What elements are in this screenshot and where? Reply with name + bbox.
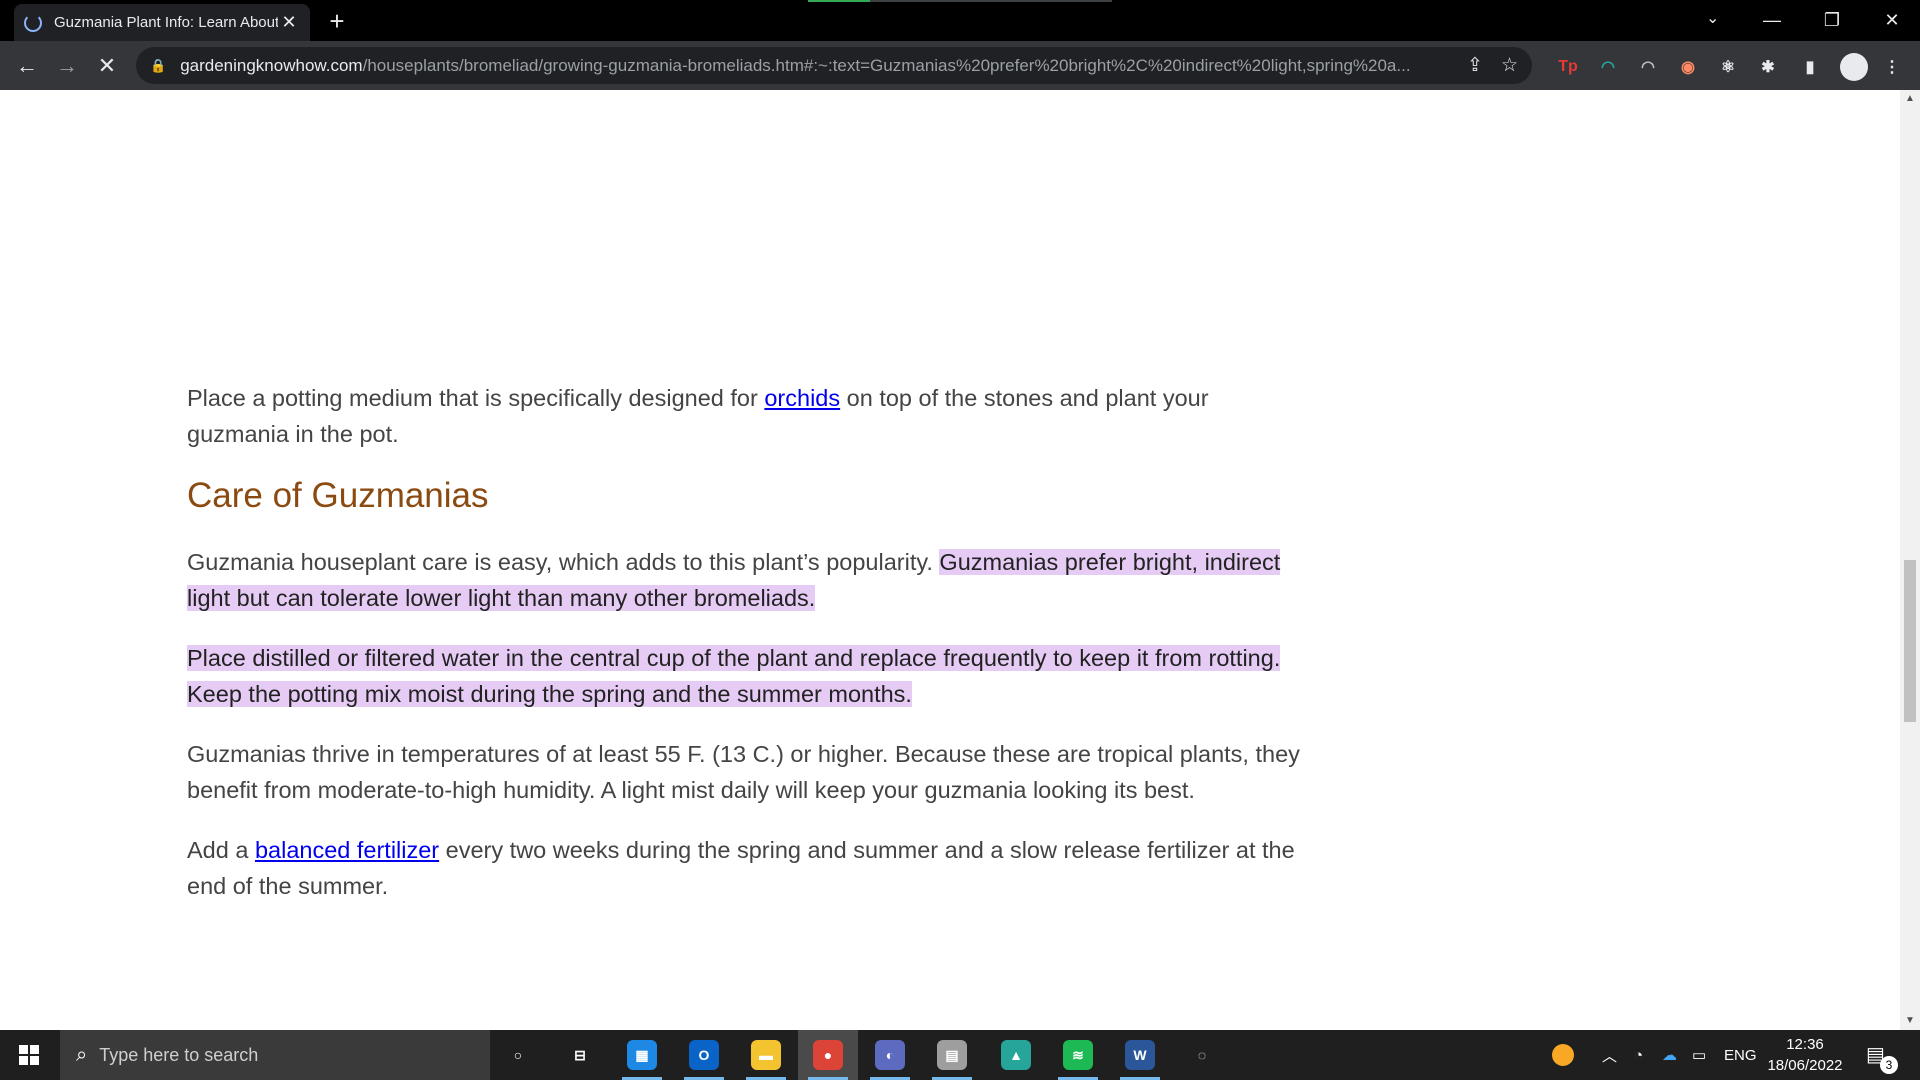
weather-icon[interactable]: [1552, 1030, 1574, 1080]
task-view-icon[interactable]: ⊟: [550, 1030, 610, 1080]
calendar-app-icon[interactable]: ▦: [612, 1030, 672, 1080]
url-path: /houseplants/bromeliad/growing-guzmania-…: [362, 55, 1411, 75]
outlook-app-icon[interactable]: O: [674, 1030, 734, 1080]
calendar-app-glyph: ▦: [627, 1040, 657, 1070]
paragraph-fertilizer: Add a balanced fertilizer every two week…: [187, 832, 1307, 904]
file-explorer-glyph: ▬: [751, 1040, 781, 1070]
text-segment: Guzmania houseplant care is easy, which …: [187, 549, 940, 575]
start-button[interactable]: [0, 1030, 58, 1080]
address-bar[interactable]: 🔒 gardeningknowhow.com/houseplants/brome…: [136, 47, 1532, 84]
spotify-app-glyph: ≋: [1063, 1040, 1093, 1070]
tab-search-icon[interactable]: ⌄: [1706, 8, 1719, 28]
orchids-link[interactable]: orchids: [764, 385, 840, 411]
sidepanel-icon[interactable]: ▮: [1798, 55, 1822, 79]
balanced-fertilizer-link[interactable]: balanced fertilizer: [255, 837, 439, 863]
window-restore-button[interactable]: ❐: [1802, 0, 1862, 40]
discord-like-app-icon[interactable]: ◐: [860, 1030, 920, 1080]
battery-icon[interactable]: ▭: [1692, 1030, 1706, 1080]
section-heading-care: Care of Guzmanias: [187, 476, 489, 515]
paragraph-potting-medium: Place a potting medium that is specifica…: [187, 380, 1307, 452]
web-page-content: Place a potting medium that is specifica…: [0, 90, 1900, 1030]
browser-toolbar: ← → ✕ 🔒 gardeningknowhow.com/houseplants…: [0, 41, 1920, 90]
loading-indicator: [808, 0, 1112, 2]
back-arrow-icon[interactable]: ←: [12, 51, 42, 81]
language-indicator[interactable]: ENG: [1724, 1030, 1757, 1080]
ring-app-icon[interactable]: ◌: [1172, 1030, 1232, 1080]
search-placeholder: Type here to search: [99, 1044, 259, 1065]
share-icon[interactable]: ⇪: [1467, 54, 1483, 77]
scroll-up-arrow-icon[interactable]: ▲: [1900, 90, 1920, 108]
browser-tab-active[interactable]: Guzmania Plant Info: Learn About Growing…: [14, 4, 310, 41]
discord-like-app-glyph: ◐: [875, 1040, 905, 1070]
word-app-icon[interactable]: W: [1110, 1030, 1170, 1080]
browser-menu-icon[interactable]: ⋮: [1880, 55, 1904, 79]
bookmark-star-icon[interactable]: ☆: [1501, 54, 1518, 77]
tp-extension-icon[interactable]: Tp: [1556, 55, 1580, 79]
printer-app-glyph: ▤: [937, 1040, 967, 1070]
taskbar-search-box[interactable]: ⌕ Type here to search: [60, 1030, 490, 1080]
loading-spinner-icon: [24, 13, 42, 32]
ring-app-glyph: ◌: [1197, 1047, 1207, 1063]
text-segment: Add a: [187, 837, 255, 863]
window-minimize-button[interactable]: —: [1742, 0, 1802, 40]
url-host: gardeningknowhow.com: [180, 55, 363, 75]
arc-app-glyph: ▲: [1001, 1040, 1031, 1070]
network-icon[interactable]: ◔: [1634, 1030, 1643, 1080]
tab-close-icon[interactable]: ✕: [278, 12, 300, 33]
outlook-app-glyph: O: [689, 1040, 719, 1070]
cortana-icon[interactable]: ○: [488, 1030, 548, 1080]
speed-extension-icon[interactable]: ◠: [1596, 55, 1620, 79]
tab-title: Guzmania Plant Info: Learn About Growing…: [54, 14, 278, 31]
profile-avatar[interactable]: [1840, 53, 1868, 81]
printer-app-icon[interactable]: ▤: [922, 1030, 982, 1080]
new-tab-button[interactable]: +: [322, 6, 352, 36]
notification-count-badge: 3: [1880, 1056, 1898, 1074]
scroll-thumb[interactable]: [1904, 560, 1916, 722]
react-extension-icon[interactable]: ⚛: [1716, 55, 1740, 79]
page-scrollbar[interactable]: ▲ ▼: [1900, 90, 1920, 1030]
window-close-button[interactable]: ✕: [1862, 0, 1920, 40]
forward-arrow-icon[interactable]: →: [52, 51, 82, 81]
system-clock[interactable]: 12:36 18/06/2022: [1760, 1034, 1850, 1076]
paragraph-watering: Place distilled or filtered water in the…: [187, 640, 1307, 712]
clock-time: 12:36: [1786, 1036, 1824, 1053]
browser-tab-strip: Guzmania Plant Info: Learn About Growing…: [0, 0, 1920, 41]
cortana-glyph: ○: [513, 1047, 523, 1063]
windows-logo-icon: [19, 1045, 39, 1065]
scroll-down-arrow-icon[interactable]: ▼: [1900, 1012, 1920, 1030]
eyes-extension-icon[interactable]: ◉: [1676, 55, 1700, 79]
windows-taskbar: ⌕ Type here to search ○ ⊟ ▦ O ▬ ● ◐ ▤ ▲ ≋ W ◌ ︿ ◔ ☁…: [0, 1030, 1920, 1080]
onedrive-icon[interactable]: ☁: [1662, 1030, 1677, 1080]
text-segment: Place a potting medium that is specifica…: [187, 385, 765, 411]
lock-icon[interactable]: 🔒: [150, 58, 166, 74]
url-text[interactable]: gardeningknowhow.com/houseplants/bromeli…: [180, 56, 1449, 76]
task-view-glyph: ⊟: [574, 1046, 586, 1063]
clock-date: 18/06/2022: [1767, 1057, 1843, 1074]
paragraph-care: Guzmania houseplant care is easy, which …: [187, 544, 1307, 616]
puzzle-extension-icon[interactable]: ✱: [1756, 55, 1780, 79]
highlighted-text: Place distilled or filtered water in the…: [187, 645, 1281, 707]
word-app-glyph: W: [1125, 1040, 1155, 1070]
arch-extension-icon[interactable]: ◠: [1636, 55, 1660, 79]
spotify-app-icon[interactable]: ≋: [1048, 1030, 1108, 1080]
chrome-app-glyph: ●: [813, 1040, 843, 1070]
file-explorer-icon[interactable]: ▬: [736, 1030, 796, 1080]
paragraph-temperature: Guzmanias thrive in temperatures of at l…: [187, 741, 1300, 803]
stop-loading-icon[interactable]: ✕: [92, 51, 122, 81]
chrome-app-icon[interactable]: ●: [798, 1030, 858, 1080]
search-icon: ⌕: [76, 1043, 88, 1066]
article-body: Place a potting medium that is specifica…: [187, 380, 1307, 928]
arc-app-icon[interactable]: ▲: [986, 1030, 1046, 1080]
tray-overflow-chevron-icon[interactable]: ︿: [1602, 1030, 1617, 1080]
